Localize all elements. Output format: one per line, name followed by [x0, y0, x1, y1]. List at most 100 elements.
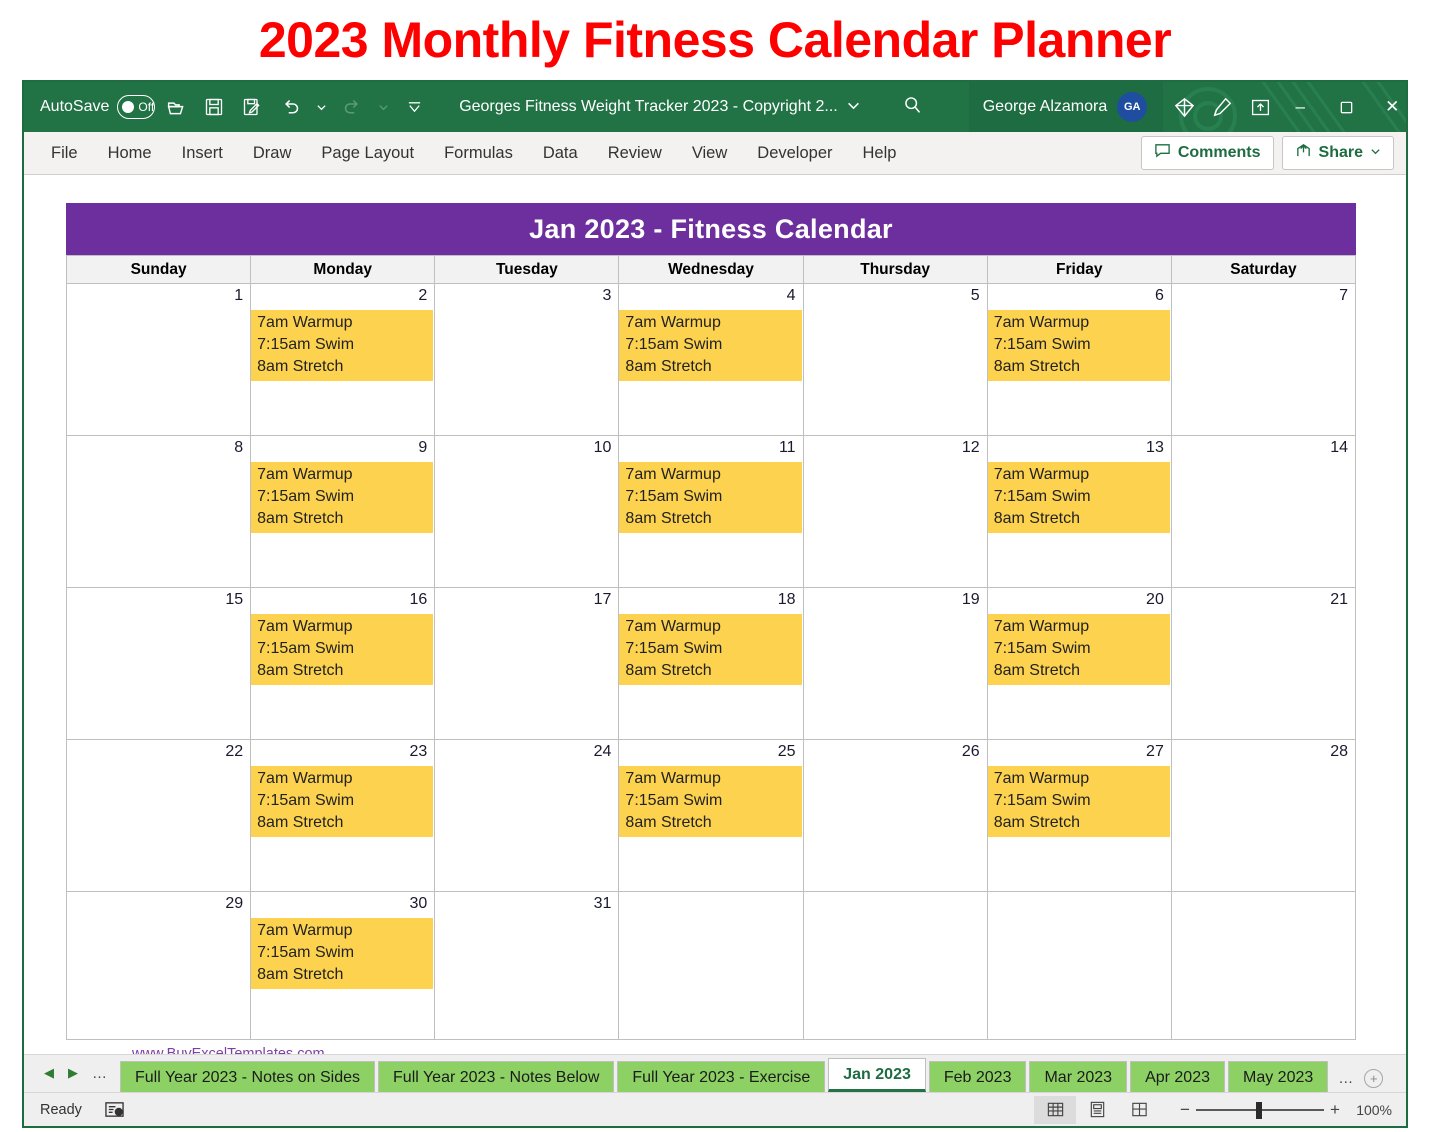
autosave-toggle[interactable]: Off [117, 95, 156, 119]
calendar-cell-day-2[interactable]: 2 7am Warmup 7:15am Swim 8am Stretch [250, 283, 436, 436]
calendar-cell-day-25[interactable]: 25 7am Warmup 7:15am Swim 8am Stretch [618, 739, 804, 892]
save-icon[interactable] [197, 90, 231, 124]
calendar-cell-day-31[interactable]: 31 [434, 891, 620, 1040]
account-button[interactable]: George Alzamora GA [968, 82, 1164, 132]
worksheet-canvas[interactable]: Jan 2023 - Fitness Calendar Sunday Monda… [24, 175, 1406, 1054]
zoom-slider-thumb[interactable] [1256, 1101, 1262, 1119]
ribbon-tab-draw[interactable]: Draw [240, 140, 305, 167]
redo-icon[interactable] [335, 90, 369, 124]
calendar-cell-day-23[interactable]: 23 7am Warmup 7:15am Swim 8am Stretch [250, 739, 436, 892]
workout-block[interactable]: 7am Warmup 7:15am Swim 8am Stretch [987, 310, 1170, 381]
calendar-cell-day-28[interactable]: 28 [1170, 739, 1357, 892]
calendar-cell-day-5[interactable]: 5 [802, 283, 988, 436]
sheet-tab-apr-2023[interactable]: Apr 2023 [1130, 1061, 1225, 1092]
calendar-cell-day-19[interactable]: 19 [802, 587, 988, 740]
zoom-in-button[interactable]: + [1324, 1100, 1346, 1120]
search-icon[interactable] [902, 94, 923, 120]
sheet-nav-prev-icon[interactable]: ◀ [44, 1065, 54, 1081]
calendar-cell-day-27[interactable]: 27 7am Warmup 7:15am Swim 8am Stretch [986, 739, 1172, 892]
sheet-tab-jan-2023[interactable]: Jan 2023 [828, 1058, 926, 1092]
undo-icon[interactable] [273, 90, 307, 124]
calendar-cell-day-9[interactable]: 9 7am Warmup 7:15am Swim 8am Stretch [250, 435, 436, 588]
sheet-nav-next-icon[interactable]: ▶ [68, 1065, 78, 1081]
restore-ribbon-icon[interactable] [1243, 90, 1277, 124]
zoom-level-label[interactable]: 100% [1346, 1102, 1392, 1118]
calendar-cell-day-7[interactable]: 7 [1170, 283, 1357, 436]
ribbon-tab-page-layout[interactable]: Page Layout [308, 140, 427, 167]
calendar-cell-day-17[interactable]: 17 [434, 587, 620, 740]
template-website-link[interactable]: www.BuyExcelTemplates.com [132, 1046, 325, 1054]
calendar-cell-day-3[interactable]: 3 [434, 283, 620, 436]
sheet-tab-full-year-2023-exercise[interactable]: Full Year 2023 - Exercise [617, 1061, 826, 1092]
record-macro-icon[interactable] [104, 1100, 125, 1119]
calendar-cell-day-15[interactable]: 15 [65, 587, 252, 740]
calendar-cell-day-1[interactable]: 1 [65, 283, 252, 436]
calendar-cell-day-21[interactable]: 21 [1170, 587, 1357, 740]
workout-block[interactable]: 7am Warmup 7:15am Swim 8am Stretch [619, 462, 802, 533]
ribbon-tab-formulas[interactable]: Formulas [431, 140, 526, 167]
redo-chevron-down-icon[interactable] [373, 90, 393, 124]
calendar-cell-day-12[interactable]: 12 [802, 435, 988, 588]
calendar-cell-empty[interactable] [986, 891, 1172, 1040]
calendar-cell-day-8[interactable]: 8 [65, 435, 252, 588]
ribbon-tab-insert[interactable]: Insert [169, 140, 236, 167]
calendar-cell-day-6[interactable]: 6 7am Warmup 7:15am Swim 8am Stretch [986, 283, 1172, 436]
sheet-tab-full-year-2023-notes-below[interactable]: Full Year 2023 - Notes Below [378, 1061, 615, 1092]
page-break-preview-button[interactable] [1118, 1096, 1160, 1124]
calendar-cell-day-26[interactable]: 26 [802, 739, 988, 892]
share-button[interactable]: Share [1281, 136, 1394, 170]
ribbon-tab-file[interactable]: File [38, 140, 91, 167]
workout-block[interactable]: 7am Warmup 7:15am Swim 8am Stretch [251, 614, 434, 685]
sheet-tabs-overflow-icon[interactable]: … [1338, 1070, 1354, 1087]
workout-block[interactable]: 7am Warmup 7:15am Swim 8am Stretch [619, 310, 802, 381]
ribbon-tab-view[interactable]: View [679, 140, 740, 167]
ribbon-tab-help[interactable]: Help [850, 140, 910, 167]
calendar-cell-day-14[interactable]: 14 [1170, 435, 1357, 588]
calendar-cell-day-18[interactable]: 18 7am Warmup 7:15am Swim 8am Stretch [618, 587, 804, 740]
sheet-tab-feb-2023[interactable]: Feb 2023 [928, 1061, 1027, 1092]
undo-chevron-down-icon[interactable] [311, 90, 331, 124]
open-folder-icon[interactable] [159, 90, 193, 124]
zoom-out-button[interactable]: − [1174, 1100, 1196, 1120]
calendar-cell-day-22[interactable]: 22 [65, 739, 252, 892]
sheet-tab-mar-2023[interactable]: Mar 2023 [1029, 1061, 1128, 1092]
calendar-cell-day-13[interactable]: 13 7am Warmup 7:15am Swim 8am Stretch [986, 435, 1172, 588]
minimize-button[interactable]: – [1277, 82, 1323, 132]
workout-block[interactable]: 7am Warmup 7:15am Swim 8am Stretch [987, 614, 1170, 685]
calendar-cell-day-24[interactable]: 24 [434, 739, 620, 892]
workout-block[interactable]: 7am Warmup 7:15am Swim 8am Stretch [251, 462, 434, 533]
ribbon-tab-developer[interactable]: Developer [744, 140, 845, 167]
ribbon-tab-review[interactable]: Review [595, 140, 675, 167]
workout-block[interactable]: 7am Warmup 7:15am Swim 8am Stretch [987, 462, 1170, 533]
workout-block[interactable]: 7am Warmup 7:15am Swim 8am Stretch [987, 766, 1170, 837]
share-chevron-down-icon[interactable] [1370, 144, 1381, 162]
workout-block[interactable]: 7am Warmup 7:15am Swim 8am Stretch [251, 766, 434, 837]
add-sheet-button[interactable]: + [1364, 1069, 1384, 1088]
pen-icon[interactable] [1205, 90, 1239, 124]
diamond-icon[interactable] [1167, 90, 1201, 124]
workout-block[interactable]: 7am Warmup 7:15am Swim 8am Stretch [619, 614, 802, 685]
zoom-control[interactable]: − + 100% [1174, 1096, 1392, 1124]
sheet-tab-may-2023[interactable]: May 2023 [1228, 1061, 1329, 1092]
ribbon-tab-data[interactable]: Data [530, 140, 591, 167]
maximize-button[interactable] [1323, 82, 1369, 132]
comments-button[interactable]: Comments [1140, 136, 1274, 170]
save-as-icon[interactable] [235, 90, 269, 124]
calendar-cell-day-20[interactable]: 20 7am Warmup 7:15am Swim 8am Stretch [986, 587, 1172, 740]
calendar-cell-day-30[interactable]: 30 7am Warmup 7:15am Swim 8am Stretch [250, 891, 436, 1040]
normal-view-button[interactable] [1034, 1095, 1076, 1124]
ribbon-tab-home[interactable]: Home [95, 140, 165, 167]
workout-block[interactable]: 7am Warmup 7:15am Swim 8am Stretch [251, 918, 434, 989]
calendar-cell-day-4[interactable]: 4 7am Warmup 7:15am Swim 8am Stretch [618, 283, 804, 436]
calendar-cell-day-11[interactable]: 11 7am Warmup 7:15am Swim 8am Stretch [618, 435, 804, 588]
workout-block[interactable]: 7am Warmup 7:15am Swim 8am Stretch [619, 766, 802, 837]
calendar-cell-day-29[interactable]: 29 [65, 891, 252, 1040]
workout-block[interactable]: 7am Warmup 7:15am Swim 8am Stretch [251, 310, 434, 381]
page-layout-view-button[interactable] [1076, 1096, 1118, 1124]
customize-quick-access-icon[interactable] [397, 90, 431, 124]
document-title-chevron-down-icon[interactable] [847, 99, 860, 115]
calendar-cell-empty[interactable] [802, 891, 988, 1040]
close-button[interactable]: ✕ [1369, 82, 1406, 132]
calendar-cell-empty[interactable] [618, 891, 804, 1040]
calendar-cell-day-10[interactable]: 10 [434, 435, 620, 588]
